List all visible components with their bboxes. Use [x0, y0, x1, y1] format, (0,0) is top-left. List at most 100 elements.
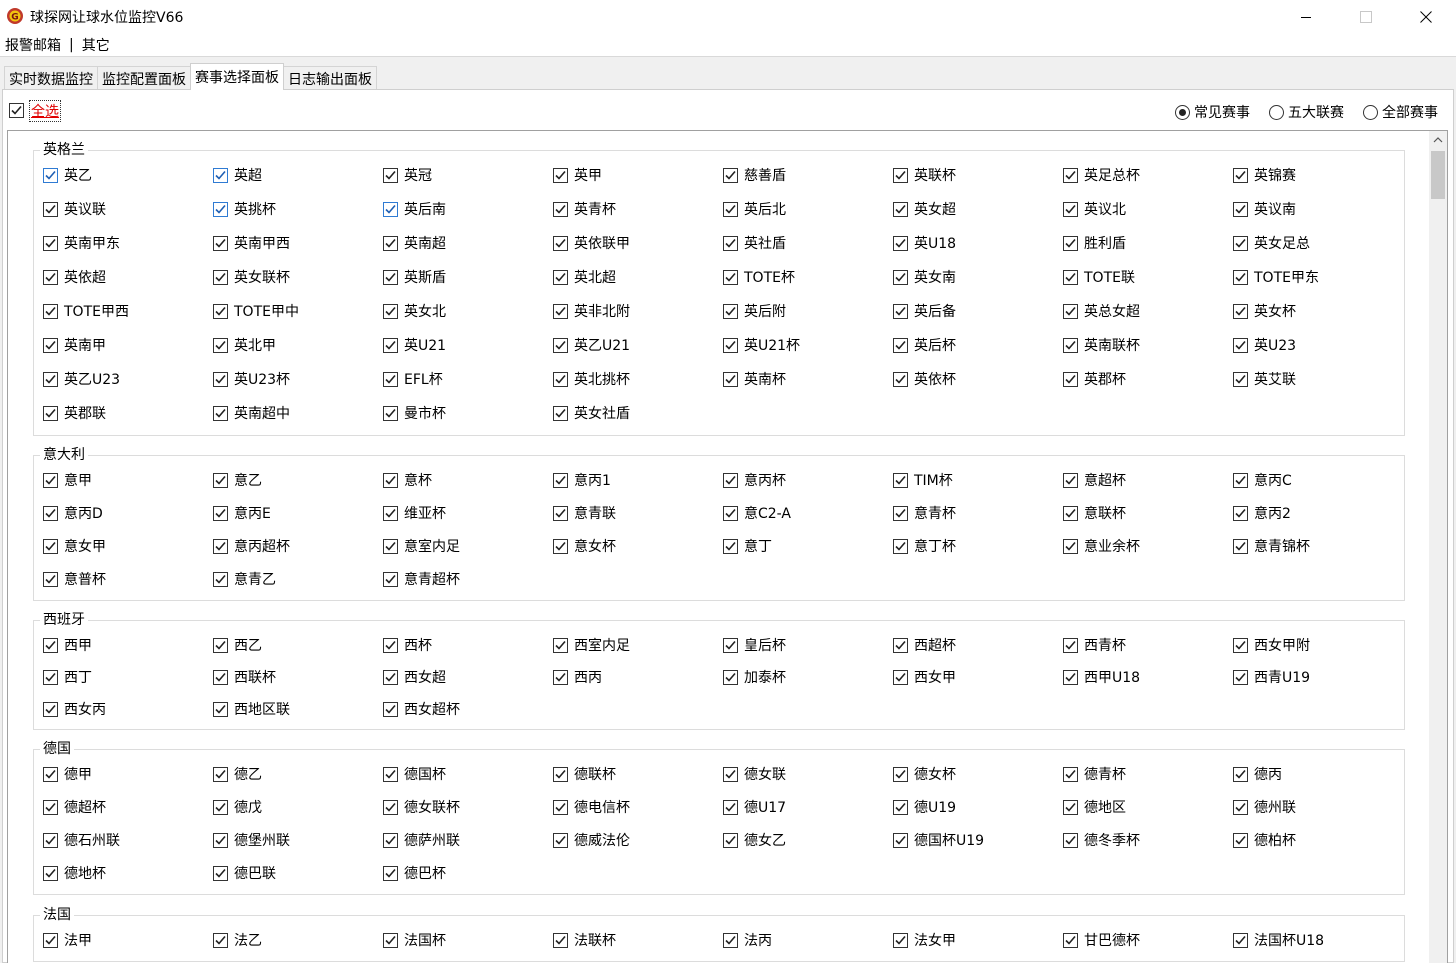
league-checkbox-item[interactable]: 英南超中: [213, 403, 290, 423]
league-checkbox[interactable]: [1063, 235, 1078, 251]
league-checkbox[interactable]: [43, 766, 58, 782]
league-checkbox-item[interactable]: TOTE杯: [723, 267, 795, 287]
league-checkbox[interactable]: [1233, 303, 1248, 319]
league-checkbox-item[interactable]: 西青U19: [1233, 667, 1310, 687]
league-checkbox[interactable]: [723, 766, 738, 782]
league-checkbox-item[interactable]: 法丙: [723, 930, 772, 950]
league-checkbox-item[interactable]: 德女杯: [893, 764, 956, 784]
league-checkbox-item[interactable]: 英乙: [43, 165, 92, 185]
league-checkbox-item[interactable]: TOTE甲西: [43, 301, 129, 321]
league-checkbox[interactable]: [383, 235, 398, 251]
league-checkbox-item[interactable]: 加泰杯: [723, 667, 786, 687]
league-checkbox-item[interactable]: 德州联: [1233, 797, 1296, 817]
league-checkbox[interactable]: [1063, 669, 1078, 685]
league-checkbox-item[interactable]: 西女甲附: [1233, 635, 1310, 655]
league-checkbox-item[interactable]: 英乙U23: [43, 369, 120, 389]
league-checkbox-item[interactable]: 英北甲: [213, 335, 276, 355]
league-checkbox[interactable]: [893, 337, 908, 353]
league-checkbox[interactable]: [43, 669, 58, 685]
league-checkbox-item[interactable]: 德威法伦: [553, 830, 630, 850]
league-checkbox-item[interactable]: 意业余杯: [1063, 536, 1140, 556]
league-checkbox-item[interactable]: 意丙1: [553, 470, 611, 490]
league-checkbox[interactable]: [1063, 337, 1078, 353]
league-checkbox[interactable]: [553, 371, 568, 387]
league-checkbox[interactable]: [213, 865, 228, 881]
league-checkbox[interactable]: [383, 269, 398, 285]
league-checkbox[interactable]: [383, 669, 398, 685]
league-checkbox-item[interactable]: 西地区联: [213, 699, 290, 719]
league-checkbox-item[interactable]: 意女甲: [43, 536, 106, 556]
league-checkbox[interactable]: [1233, 669, 1248, 685]
league-checkbox-item[interactable]: 意超杯: [1063, 470, 1126, 490]
league-checkbox-item[interactable]: 意联杯: [1063, 503, 1126, 523]
league-checkbox-item[interactable]: 西女超: [383, 667, 446, 687]
league-checkbox-item[interactable]: 西甲U18: [1063, 667, 1140, 687]
league-checkbox-item[interactable]: TIM杯: [893, 470, 953, 490]
select-all-checkbox[interactable]: [9, 103, 24, 118]
league-checkbox-item[interactable]: EFL杯: [383, 369, 443, 389]
league-checkbox[interactable]: [43, 201, 58, 217]
league-checkbox-item[interactable]: 英冠: [383, 165, 432, 185]
league-checkbox-item[interactable]: 德丙: [1233, 764, 1282, 784]
league-checkbox-item[interactable]: 英南超: [383, 233, 446, 253]
league-checkbox[interactable]: [43, 371, 58, 387]
league-checkbox[interactable]: [553, 505, 568, 521]
league-checkbox-item[interactable]: TOTE联: [1063, 267, 1135, 287]
league-checkbox-item[interactable]: 意丁杯: [893, 536, 956, 556]
league-checkbox[interactable]: [723, 932, 738, 948]
league-checkbox[interactable]: [893, 832, 908, 848]
league-checkbox-item[interactable]: 德联杯: [553, 764, 616, 784]
league-checkbox-item[interactable]: 德超杯: [43, 797, 106, 817]
league-checkbox[interactable]: [723, 832, 738, 848]
league-checkbox[interactable]: [893, 538, 908, 554]
league-checkbox-item[interactable]: 英南杯: [723, 369, 786, 389]
league-checkbox[interactable]: [1233, 637, 1248, 653]
league-checkbox-item[interactable]: 法乙: [213, 930, 262, 950]
league-checkbox-item[interactable]: 英郡杯: [1063, 369, 1126, 389]
league-checkbox[interactable]: [723, 235, 738, 251]
league-checkbox[interactable]: [43, 538, 58, 554]
league-checkbox[interactable]: [213, 669, 228, 685]
league-checkbox[interactable]: [893, 669, 908, 685]
league-checkbox-item[interactable]: 德萨州联: [383, 830, 460, 850]
league-checkbox-item[interactable]: 德巴杯: [383, 863, 446, 883]
league-checkbox[interactable]: [43, 303, 58, 319]
league-checkbox[interactable]: [43, 701, 58, 717]
league-checkbox-item[interactable]: 德冬季杯: [1063, 830, 1140, 850]
league-checkbox[interactable]: [383, 505, 398, 521]
league-checkbox[interactable]: [723, 538, 738, 554]
league-checkbox[interactable]: [1063, 799, 1078, 815]
league-checkbox-item[interactable]: 英U23杯: [213, 369, 290, 389]
radio-dot-icon[interactable]: [1175, 104, 1190, 120]
league-checkbox[interactable]: [723, 371, 738, 387]
league-checkbox[interactable]: [1233, 269, 1248, 285]
league-checkbox-item[interactable]: 意女杯: [553, 536, 616, 556]
league-checkbox-item[interactable]: 德女乙: [723, 830, 786, 850]
league-checkbox[interactable]: [1233, 472, 1248, 488]
league-checkbox-item[interactable]: TOTE甲东: [1233, 267, 1319, 287]
league-checkbox-item[interactable]: 英女北: [383, 301, 446, 321]
league-checkbox[interactable]: [213, 235, 228, 251]
league-checkbox-item[interactable]: 英后附: [723, 301, 786, 321]
league-checkbox-item[interactable]: 英南甲: [43, 335, 106, 355]
tab-3[interactable]: 日志输出面板: [283, 66, 377, 90]
league-checkbox-item[interactable]: 意普杯: [43, 569, 106, 589]
league-checkbox-item[interactable]: 德地杯: [43, 863, 106, 883]
select-all-label[interactable]: 全选: [29, 100, 61, 122]
vertical-scrollbar[interactable]: [1429, 131, 1447, 963]
league-checkbox[interactable]: [213, 932, 228, 948]
league-checkbox[interactable]: [553, 167, 568, 183]
league-checkbox-item[interactable]: 英青杯: [553, 199, 616, 219]
league-checkbox[interactable]: [893, 235, 908, 251]
league-checkbox[interactable]: [553, 932, 568, 948]
league-checkbox[interactable]: [383, 832, 398, 848]
league-checkbox-item[interactable]: 意丙超杯: [213, 536, 290, 556]
league-checkbox[interactable]: [1063, 167, 1078, 183]
league-checkbox[interactable]: [383, 637, 398, 653]
league-checkbox[interactable]: [1233, 932, 1248, 948]
league-checkbox[interactable]: [723, 269, 738, 285]
league-checkbox[interactable]: [1063, 538, 1078, 554]
league-checkbox[interactable]: [1233, 371, 1248, 387]
league-checkbox-item[interactable]: 西丙: [553, 667, 602, 687]
league-checkbox-item[interactable]: 法女甲: [893, 930, 956, 950]
